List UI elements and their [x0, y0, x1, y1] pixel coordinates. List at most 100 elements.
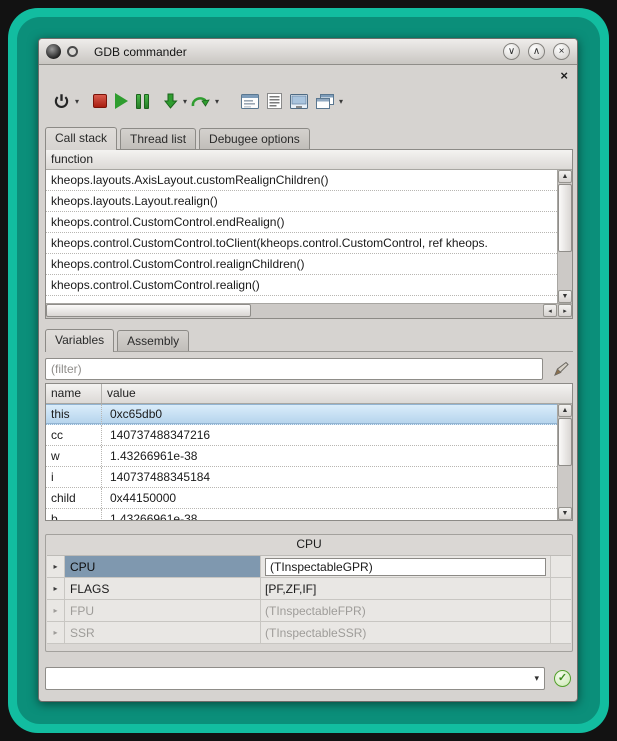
variable-row[interactable]: w 1.43266961e-38: [46, 446, 557, 467]
debug-windows-dropdown-icon[interactable]: ▾: [339, 97, 343, 106]
variables-vertical-scrollbar[interactable]: ▲ ▼: [557, 404, 572, 520]
command-bar: ▾ ✓: [45, 667, 573, 691]
callstack-row[interactable]: kheops.control.CustomControl.toClient(kh…: [46, 233, 557, 254]
variable-value: 0xc65db0: [102, 404, 557, 424]
expand-icon[interactable]: ▸: [47, 622, 65, 643]
register-group-value: (TInspectableFPR): [261, 600, 551, 621]
step-into-button[interactable]: [159, 88, 182, 114]
variables-panel: name value this 0xc65db0 cc 140737488347…: [45, 383, 573, 521]
window-controls: ∨ ∧ ×: [503, 43, 570, 60]
cpu-registers-tree: ▸ CPU (TInspectableGPR) ▸ FLAGS [PF,ZF,I…: [47, 555, 571, 644]
execute-button[interactable]: ✓: [554, 670, 571, 687]
scrollbar-thumb[interactable]: [558, 418, 572, 466]
expand-icon[interactable]: ▸: [47, 600, 65, 621]
variable-row[interactable]: b 1.43266961e-38: [46, 509, 557, 520]
close-button[interactable]: ×: [553, 43, 570, 60]
minimize-icon: ∨: [508, 47, 515, 57]
power-icon: [53, 93, 70, 110]
expand-icon[interactable]: ▸: [47, 556, 65, 577]
step-over-dropdown-icon[interactable]: ▾: [215, 97, 219, 106]
variable-row[interactable]: cc 140737488347216: [46, 425, 557, 446]
callstack-row[interactable]: kheops.control.CustomControl.endRealign(…: [46, 212, 557, 233]
scroll-down-icon[interactable]: ▼: [558, 290, 572, 303]
register-group-value: (TInspectableSSR): [261, 622, 551, 643]
combo-dropdown-icon[interactable]: ▾: [534, 668, 539, 689]
minimize-button[interactable]: ∨: [503, 43, 520, 60]
variable-row[interactable]: i 140737488345184: [46, 467, 557, 488]
command-input[interactable]: [49, 669, 521, 688]
watch-window-icon: [241, 94, 259, 109]
scroll-up-icon[interactable]: ▲: [558, 404, 572, 417]
debug-windows-icon: [316, 94, 334, 109]
cpu-register-row[interactable]: ▸ SSR (TInspectableSSR): [47, 622, 571, 644]
tab-assembly[interactable]: Assembly: [117, 330, 189, 351]
callstack-panel: function kheops.layouts.AxisLayout.custo…: [45, 149, 573, 319]
tab-thread-list[interactable]: Thread list: [120, 128, 196, 149]
pin-icon[interactable]: [67, 46, 78, 57]
pause-button[interactable]: [132, 88, 153, 114]
power-button[interactable]: [49, 88, 74, 114]
cpu-register-row[interactable]: ▸ FPU (TInspectableFPR): [47, 600, 571, 622]
callstack-row[interactable]: kheops.control.CustomControl.realignChil…: [46, 254, 557, 275]
cpu-groupbox: CPU ▸ CPU (TInspectableGPR) ▸ FLAGS [PF,…: [45, 534, 573, 652]
variable-value: 1.43266961e-38: [102, 509, 557, 520]
memory-window-button[interactable]: [286, 88, 312, 114]
column-header-value[interactable]: value: [102, 384, 572, 403]
row-filler: [551, 578, 571, 599]
tab-debugee-options[interactable]: Debugee options: [199, 128, 310, 149]
filter-pen-button[interactable]: [549, 359, 573, 379]
toolbar: ▾ ▾ ▾ ▾: [49, 87, 343, 115]
scroll-down-icon[interactable]: ▼: [558, 507, 572, 520]
command-combobox[interactable]: ▾: [45, 667, 545, 690]
app-icon[interactable]: [46, 44, 61, 59]
variable-row[interactable]: this 0xc65db0: [46, 404, 557, 425]
run-icon: [115, 93, 128, 109]
variable-name: b: [46, 509, 102, 520]
tab-call-stack[interactable]: Call stack: [45, 127, 117, 150]
power-dropdown-icon[interactable]: ▾: [75, 97, 79, 106]
scroll-right-icon[interactable]: ▸: [558, 304, 572, 317]
watch-window-button[interactable]: [237, 88, 263, 114]
maximize-icon: ∧: [533, 47, 540, 57]
window-title: GDB commander: [94, 45, 187, 59]
maximize-button[interactable]: ∧: [528, 43, 545, 60]
row-filler: [551, 622, 571, 643]
scroll-left-icon[interactable]: ◂: [543, 304, 557, 317]
close-icon: ×: [559, 47, 565, 57]
variables-tabbar: Variables Assembly: [45, 329, 192, 351]
callstack-row[interactable]: kheops.layouts.Layout.realign(): [46, 191, 557, 212]
column-header-name[interactable]: name: [46, 384, 102, 403]
scrollbar-thumb[interactable]: [46, 304, 251, 317]
variable-name: this: [46, 404, 102, 424]
titlebar[interactable]: GDB commander ∨ ∧ ×: [39, 39, 577, 65]
tab-variables[interactable]: Variables: [45, 329, 114, 352]
run-button[interactable]: [111, 88, 132, 114]
callstack-column-header[interactable]: function: [46, 150, 572, 170]
scrollbar-thumb[interactable]: [558, 184, 572, 252]
callstack-horizontal-scrollbar[interactable]: ◂ ▸: [46, 303, 572, 318]
scroll-up-icon[interactable]: ▲: [558, 170, 572, 183]
register-value-editor[interactable]: (TInspectableGPR): [265, 558, 546, 576]
stop-button[interactable]: [89, 88, 111, 114]
variable-value: 0x44150000: [102, 488, 557, 508]
dock-close-button[interactable]: ×: [560, 69, 568, 82]
filter-input[interactable]: [45, 358, 543, 380]
callstack-row[interactable]: kheops.layouts.AxisLayout.customRealignC…: [46, 170, 557, 191]
disassembly-window-button[interactable]: [263, 88, 286, 114]
register-group-value: (TInspectableGPR): [261, 556, 551, 577]
step-over-button[interactable]: [187, 88, 214, 114]
variable-name: child: [46, 488, 102, 508]
variables-rows: this 0xc65db0 cc 140737488347216 w 1.432…: [46, 404, 557, 520]
expand-icon[interactable]: ▸: [47, 578, 65, 599]
callstack-vertical-scrollbar[interactable]: ▲ ▼: [557, 170, 572, 303]
variable-row[interactable]: child 0x44150000: [46, 488, 557, 509]
debug-windows-button[interactable]: [312, 88, 338, 114]
disassembly-window-icon: [267, 93, 282, 109]
filter-row: [45, 357, 573, 381]
dock-close-icon: ×: [560, 68, 568, 83]
row-filler: [551, 600, 571, 621]
cpu-register-row[interactable]: ▸ CPU (TInspectableGPR): [47, 556, 571, 578]
callstack-row[interactable]: kheops.control.CustomControl.realign(): [46, 275, 557, 296]
cpu-register-row[interactable]: ▸ FLAGS [PF,ZF,IF]: [47, 578, 571, 600]
step-into-icon: [163, 93, 178, 109]
